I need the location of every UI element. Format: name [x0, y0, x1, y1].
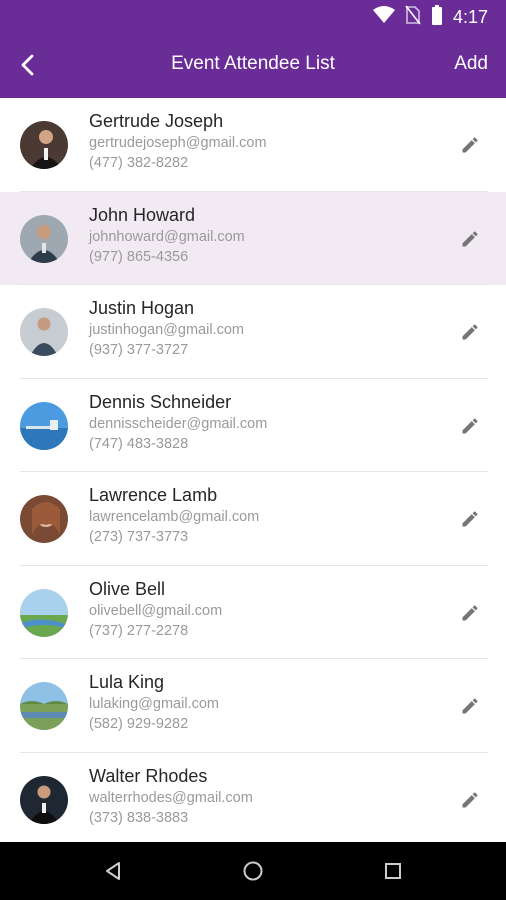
edit-pencil-icon[interactable] — [460, 416, 480, 436]
status-time: 4:17 — [452, 7, 488, 27]
attendee-name: Olive Bell — [89, 578, 166, 599]
attendee-phone: (582) 929-9282 — [89, 716, 189, 732]
attendee-email: olivebell@gmail.com — [89, 602, 223, 619]
recents-square-icon — [385, 863, 401, 879]
attendee-row[interactable]: Dennis Schneider dennisscheider@gmail.co… — [0, 378, 506, 472]
edit-pencil-icon[interactable] — [460, 603, 480, 623]
nav-recents-button[interactable] — [380, 858, 406, 884]
attendee-email: lawrencelamb@gmail.com — [89, 509, 260, 525]
edit-pencil-icon[interactable] — [460, 790, 480, 810]
edit-pencil-icon[interactable] — [460, 135, 480, 155]
avatar — [20, 682, 68, 730]
attendee-email: dennisscheider@gmail.com — [89, 415, 268, 432]
attendee-name: Walter Rhodes — [89, 765, 208, 786]
attendee-phone: (747) 483-3828 — [89, 435, 189, 452]
attendee-phone: (477) 382-8282 — [89, 155, 189, 171]
attendee-name: Lawrence Lamb — [89, 485, 218, 505]
avatar — [20, 775, 68, 824]
attendee-row[interactable]: John Howard johnhoward@gmail.com (977) 8… — [0, 191, 506, 285]
attendee-name: John Howard — [89, 204, 196, 225]
edit-pencil-icon[interactable] — [460, 322, 480, 342]
avatar — [20, 308, 68, 356]
attendee-email: gertrudejoseph@gmail.com — [89, 135, 267, 151]
system-nav-bar — [0, 842, 506, 900]
status-icons: 4:17 — [372, 5, 488, 30]
attendee-name: Justin Hogan — [89, 298, 195, 318]
wifi-icon — [372, 6, 395, 29]
attendee-row[interactable]: Olive Bell olivebell@gmail.com (737) 277… — [0, 565, 506, 659]
attendee-email: lulaking@gmail.com — [89, 696, 219, 712]
no-sim-icon — [405, 5, 421, 30]
nav-back-button[interactable] — [100, 858, 126, 884]
attendee-row[interactable]: Lula King lulaking@gmail.com (582) 929-9… — [0, 659, 506, 753]
avatar — [20, 401, 68, 450]
attendee-email: walterrhodes@gmail.com — [89, 789, 253, 806]
avatar — [20, 214, 68, 263]
status-bar: 4:17 — [0, 0, 506, 32]
attendee-row[interactable]: Lawrence Lamb lawrencelamb@gmail.com (27… — [0, 472, 506, 566]
attendee-row[interactable]: Walter Rhodes walterrhodes@gmail.com (37… — [0, 752, 506, 842]
attendee-name: Gertrude Joseph — [89, 111, 224, 131]
attendee-phone: (977) 865-4356 — [89, 248, 189, 265]
home-circle-icon — [243, 861, 263, 881]
attendee-phone: (937) 377-3727 — [89, 342, 189, 358]
attendee-email: justinhogan@gmail.com — [89, 322, 244, 338]
attendee-phone: (273) 737-3773 — [89, 529, 189, 545]
back-triangle-icon — [106, 862, 120, 880]
edit-pencil-icon[interactable] — [460, 696, 480, 716]
attendee-list: Gertrude Joseph gertrudejoseph@gmail.com… — [0, 98, 506, 842]
avatar — [20, 588, 68, 637]
attendee-row[interactable]: Gertrude Joseph gertrudejoseph@gmail.com… — [0, 98, 506, 192]
add-button[interactable]: Add — [454, 53, 488, 75]
nav-home-button[interactable] — [240, 858, 266, 884]
page-title: Event Attendee List — [171, 53, 335, 74]
battery-icon — [431, 5, 443, 30]
avatar — [20, 495, 68, 543]
app-bar: Event Attendee List Add — [0, 32, 506, 98]
attendee-phone: (373) 838-3883 — [89, 809, 189, 826]
attendee-row[interactable]: Justin Hogan justinhogan@gmail.com (937)… — [0, 285, 506, 379]
edit-pencil-icon[interactable] — [460, 229, 480, 249]
attendee-phone: (737) 277-2278 — [89, 622, 189, 639]
attendee-name: Lula King — [89, 672, 165, 692]
attendee-email: johnhoward@gmail.com — [89, 228, 245, 245]
edit-pencil-icon[interactable] — [460, 509, 480, 529]
attendee-name: Dennis Schneider — [89, 391, 232, 412]
avatar — [20, 121, 68, 169]
